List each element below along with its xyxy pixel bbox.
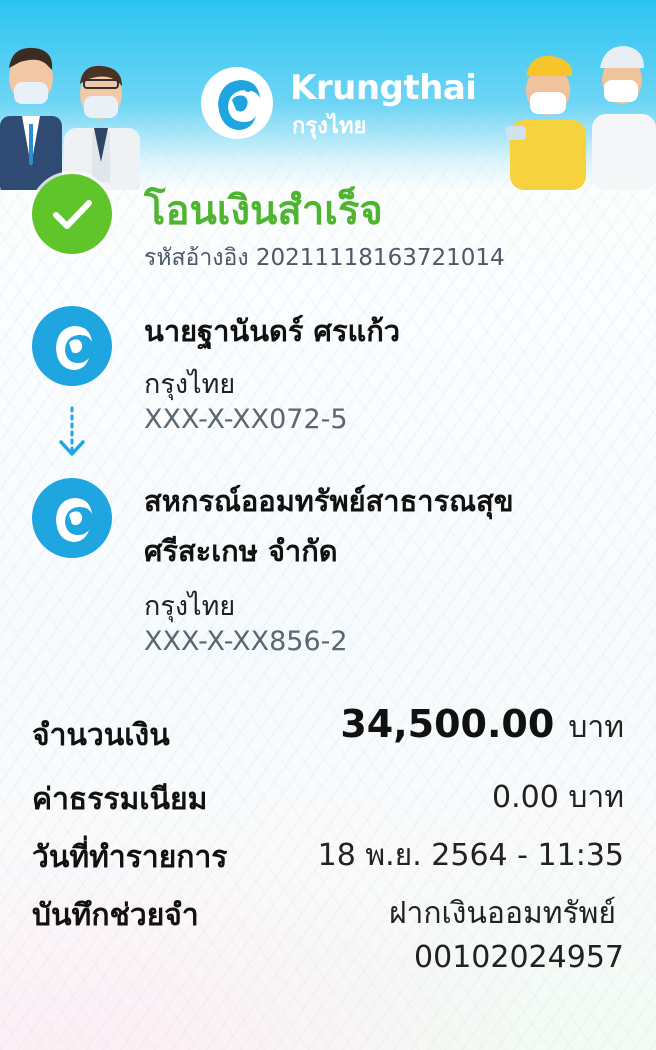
- reference-code: รหัสอ้างอิง 2021111816372101​4: [144, 245, 505, 271]
- amount-unit: บาท: [568, 710, 624, 745]
- success-check-icon: [32, 174, 112, 254]
- receiver-name-line1: สหกรณ์ออมทรัพย์สาธารณสุข: [144, 484, 514, 518]
- amount-value: 34,500.00: [340, 702, 555, 746]
- receiver-name-line2: ศรีสะเกษ จำกัด: [144, 534, 338, 568]
- header-banner: Krungthai กรุงไทย: [0, 0, 656, 190]
- sender-bank-name: กรุงไทย: [144, 369, 236, 400]
- krungthai-logo-icon: [56, 326, 92, 370]
- sender-bank-icon: [32, 306, 112, 386]
- krungthai-logo-icon: [56, 498, 92, 542]
- sender-name: นายฐานันดร์ ศรแก้ว: [144, 314, 401, 348]
- doctors-illustration-left: [0, 47, 140, 190]
- receiver-bank-name: กรุงไทย: [144, 591, 236, 622]
- memo-label: บันทึกช่วยจำ: [32, 898, 199, 933]
- amount-value-row: 34,500.00 บาท: [340, 702, 624, 751]
- receiver-bank-icon: [32, 478, 112, 558]
- krungthai-logo-icon: [201, 67, 273, 139]
- workers-illustration-right: [506, 46, 656, 190]
- transaction-date-value: 18 พ.ย. 2564 - 11:35: [317, 838, 624, 873]
- fee-label: ค่าธรรมเนียม: [32, 782, 208, 817]
- arrow-down-icon: [59, 406, 85, 456]
- sender-account-number: XXX-X-XX072-5: [144, 404, 348, 435]
- fee-value: 0.00 บาท: [492, 780, 624, 815]
- memo-value-line1: ฝากเงินออมทรัพย์: [388, 896, 616, 931]
- receiver-account-number: XXX-X-XX856-2: [144, 626, 348, 657]
- memo-value-line2: 00102024957: [414, 940, 624, 975]
- transfer-success-title: โอนเงินสำเร็จ: [144, 188, 383, 234]
- brand-name-th: กรุงไทย: [292, 114, 367, 139]
- transaction-date-label: วันที่ทำรายการ: [32, 840, 228, 875]
- amount-label: จำนวนเงิน: [32, 718, 170, 753]
- brand-name-en: Krungthai: [290, 68, 477, 108]
